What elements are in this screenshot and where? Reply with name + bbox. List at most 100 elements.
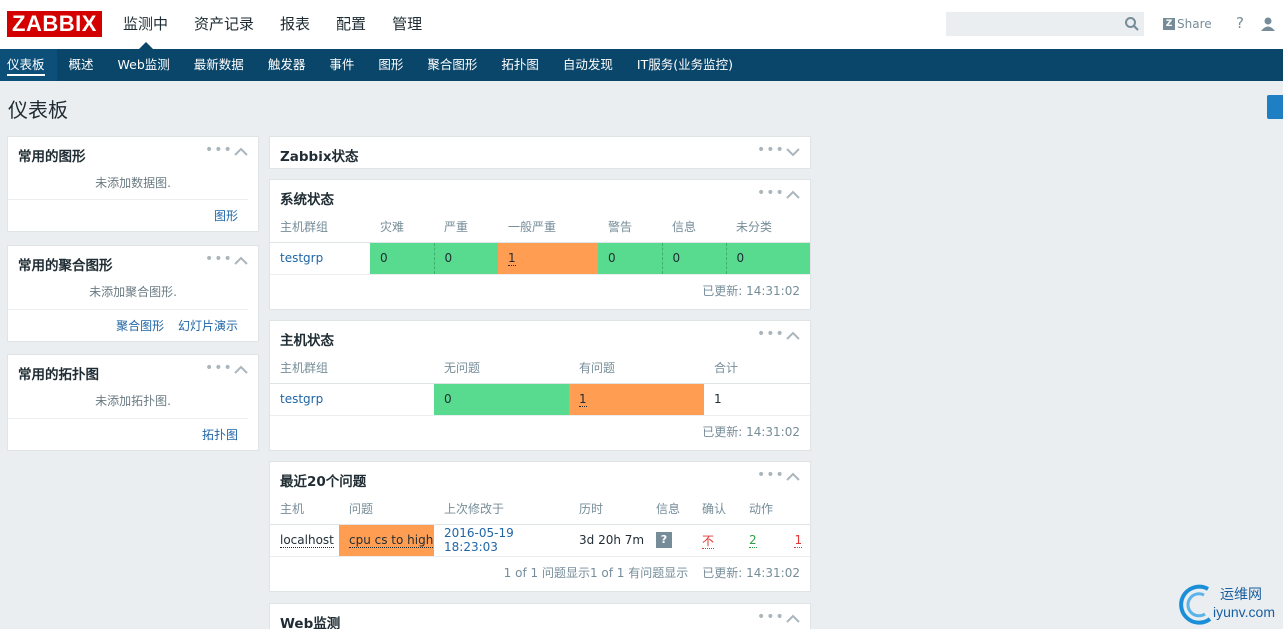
ack-link[interactable]: 不 bbox=[702, 533, 715, 549]
subnav-maps[interactable]: 拓扑图 bbox=[489, 49, 551, 81]
chevron-up-icon[interactable] bbox=[786, 472, 800, 482]
col-average: 一般严重 bbox=[498, 212, 598, 243]
nav-monitoring[interactable]: 监测中 bbox=[110, 0, 181, 49]
disaster-count: 0 bbox=[370, 242, 434, 275]
search-input[interactable] bbox=[946, 12, 1144, 36]
chevron-up-icon[interactable] bbox=[234, 256, 248, 266]
last-change-link[interactable]: 2016-05-19 18:23:03 bbox=[434, 524, 569, 557]
more-icon[interactable]: ••• bbox=[757, 185, 785, 201]
favourite-screens-widget: 常用的聚合图形 ••• 未添加聚合图形. 聚合图形 幻灯片演示 bbox=[7, 245, 259, 342]
col-host: 主机 bbox=[270, 494, 339, 525]
zabbix-logo[interactable]: ZABBIX bbox=[7, 11, 102, 37]
host-group-link[interactable]: testgrp bbox=[270, 383, 434, 416]
host-status-widget: 主机状态 ••• 主机群组 无问题 有问题 合计 testgrp 0 1 1 已… bbox=[269, 320, 811, 451]
main-nav: 监测中 资产记录 报表 配置 管理 bbox=[110, 0, 435, 49]
ack-cell: 不 bbox=[692, 524, 739, 557]
screens-link[interactable]: 聚合图形 bbox=[116, 319, 164, 333]
sub-nav: 仪表板 概述 Web监测 最新数据 触发器 事件 图形 聚合图形 拓扑图 自动发… bbox=[0, 49, 1283, 81]
more-icon[interactable]: ••• bbox=[205, 142, 233, 158]
system-status-widget: 系统状态 ••• 主机群组 灾难 严重 一般严重 警告 信息 未分类 testg… bbox=[269, 179, 811, 310]
more-icon[interactable]: ••• bbox=[205, 251, 233, 267]
col-warning: 警告 bbox=[598, 212, 662, 243]
nav-administration[interactable]: 管理 bbox=[379, 0, 435, 49]
more-icon[interactable]: ••• bbox=[757, 142, 785, 158]
col-last-change: 上次修改于 bbox=[434, 494, 569, 525]
col-information: 信息 bbox=[662, 212, 726, 243]
widget-title: 常用的聚合图形 bbox=[18, 258, 113, 274]
issues-summary: 1 of 1 问题显示1 of 1 有问题显示 bbox=[503, 565, 689, 580]
col-issue: 问题 bbox=[339, 494, 434, 525]
more-icon[interactable]: ••• bbox=[757, 609, 785, 625]
widget-title: 系统状态 bbox=[280, 192, 334, 208]
col-with-problems: 有问题 bbox=[569, 353, 704, 384]
more-icon[interactable]: ••• bbox=[757, 467, 785, 483]
nav-reports[interactable]: 报表 bbox=[267, 0, 323, 49]
col-actions: 动作 bbox=[739, 494, 810, 525]
host-group-link[interactable]: testgrp bbox=[270, 242, 370, 275]
subnav-it-services[interactable]: IT服务(业务监控) bbox=[625, 49, 745, 81]
share-button[interactable]: Z Share bbox=[1163, 16, 1212, 32]
maps-link[interactable]: 拓扑图 bbox=[202, 428, 238, 442]
widget-footer: 聚合图形 幻灯片演示 bbox=[8, 309, 248, 341]
not-classified-count: 0 bbox=[725, 242, 810, 275]
widget-title: Zabbix状态 bbox=[280, 149, 359, 165]
slideshows-link[interactable]: 幻灯片演示 bbox=[178, 319, 238, 333]
subnav-triggers[interactable]: 触发器 bbox=[256, 49, 318, 81]
user-icon[interactable] bbox=[1259, 15, 1277, 33]
col-total: 合计 bbox=[704, 353, 810, 384]
host-status-table: 主机群组 无问题 有问题 合计 testgrp 0 1 1 bbox=[270, 353, 810, 416]
subnav-dashboard-label: 仪表板 bbox=[7, 57, 45, 76]
edit-dashboard-button[interactable] bbox=[1267, 95, 1283, 119]
empty-message: 未添加数据图. bbox=[95, 176, 171, 190]
help-button[interactable]: ? bbox=[1236, 14, 1244, 32]
zabbix-status-widget: Zabbix状态 ••• bbox=[269, 136, 811, 169]
chevron-down-icon[interactable] bbox=[786, 147, 800, 157]
ok-count: 0 bbox=[434, 383, 569, 416]
subnav-dashboard[interactable]: 仪表板 bbox=[0, 49, 57, 81]
search-icon[interactable] bbox=[1123, 15, 1141, 33]
subnav-web[interactable]: Web监测 bbox=[106, 49, 182, 81]
subnav-overview[interactable]: 概述 bbox=[57, 49, 106, 81]
widget-footer: 拓扑图 bbox=[8, 418, 248, 450]
table-row: testgrp 0 0 1 0 0 0 bbox=[270, 242, 810, 275]
high-count: 0 bbox=[433, 242, 498, 275]
empty-message: 未添加聚合图形. bbox=[89, 285, 177, 299]
nav-inventory[interactable]: 资产记录 bbox=[181, 0, 267, 49]
chevron-up-icon[interactable] bbox=[234, 147, 248, 157]
nav-configuration[interactable]: 配置 bbox=[323, 0, 379, 49]
total-count: 1 bbox=[704, 383, 810, 416]
average-count[interactable]: 1 bbox=[498, 242, 598, 275]
subnav-latest-data[interactable]: 最新数据 bbox=[182, 49, 256, 81]
top-bar: ZABBIX 监测中 资产记录 报表 配置 管理 Z Share ? bbox=[0, 0, 1283, 49]
watermark-logo-icon bbox=[1179, 584, 1212, 625]
updated-time: 已更新: 14:31:02 bbox=[702, 424, 800, 439]
widget-title: 常用的拓扑图 bbox=[18, 367, 99, 383]
info-icon[interactable]: ? bbox=[656, 532, 672, 548]
actions-ok-link[interactable]: 2 bbox=[749, 533, 757, 548]
problem-count[interactable]: 1 bbox=[569, 383, 704, 416]
host-cell[interactable]: localhost bbox=[270, 524, 339, 557]
subnav-events[interactable]: 事件 bbox=[317, 49, 366, 81]
col-ack: 确认 bbox=[692, 494, 739, 525]
favourite-maps-widget: 常用的拓扑图 ••• 未添加拓扑图. 拓扑图 bbox=[7, 354, 259, 451]
issue-cell[interactable]: cpu cs to high bbox=[339, 524, 434, 557]
widget-footer: 图形 bbox=[8, 199, 248, 231]
subnav-graphs[interactable]: 图形 bbox=[366, 49, 415, 81]
problem-count-value: 1 bbox=[579, 392, 587, 407]
warning-count: 0 bbox=[598, 242, 662, 275]
more-icon[interactable]: ••• bbox=[205, 360, 233, 376]
more-icon[interactable]: ••• bbox=[757, 326, 785, 342]
share-label: Share bbox=[1177, 17, 1212, 31]
graphs-link[interactable]: 图形 bbox=[214, 209, 238, 223]
chevron-up-icon[interactable] bbox=[786, 190, 800, 200]
subnav-screens[interactable]: 聚合图形 bbox=[415, 49, 489, 81]
host-name: localhost bbox=[280, 533, 334, 548]
chevron-up-icon[interactable] bbox=[234, 365, 248, 375]
chevron-up-icon[interactable] bbox=[786, 331, 800, 341]
updated-time: 已更新: 14:31:02 bbox=[702, 565, 800, 580]
chevron-up-icon[interactable] bbox=[786, 614, 800, 624]
subnav-discovery[interactable]: 自动发现 bbox=[551, 49, 625, 81]
widget-title: 主机状态 bbox=[280, 333, 334, 349]
last-issues-widget: 最近20个问题 ••• 主机 问题 上次修改于 历时 信息 确认 动作 loca… bbox=[269, 461, 811, 592]
actions-failed-link[interactable]: 1 bbox=[794, 533, 803, 548]
